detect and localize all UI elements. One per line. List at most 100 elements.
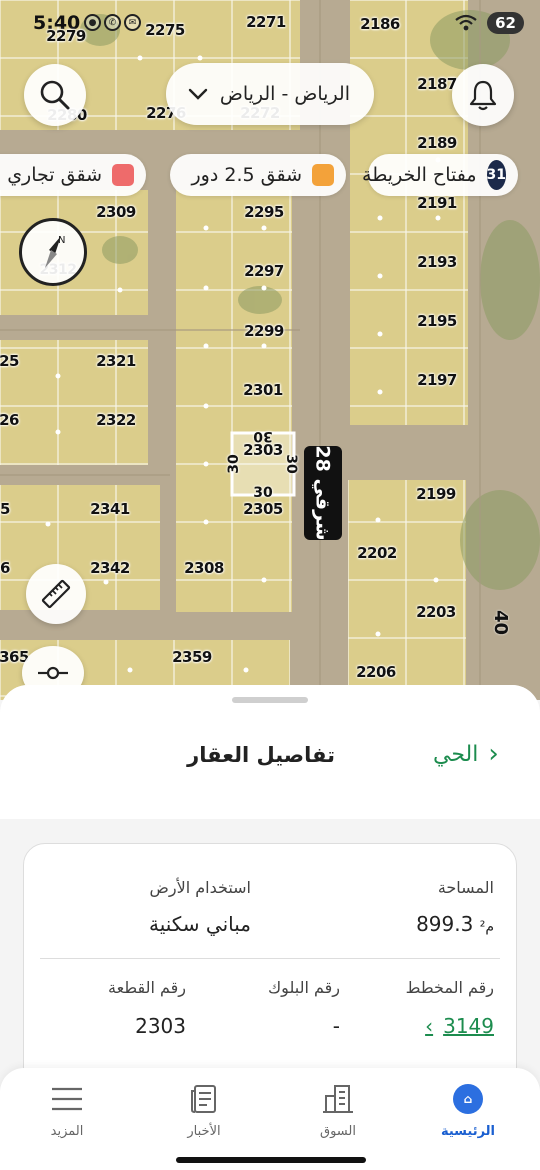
card-divider: [40, 958, 500, 959]
bottom-tab-bar: ⌂ الرئيسية السوق الأخبار المزيد: [0, 1068, 540, 1170]
notifications-button[interactable]: [452, 64, 514, 126]
block-number-label: رقم البلوك: [267, 978, 340, 997]
tab-market-label: السوق: [320, 1124, 356, 1139]
parcel-label[interactable]: 2199: [416, 485, 456, 503]
parcel-label[interactable]: 2308: [184, 559, 224, 577]
sheet-title: تفاصيل العقار: [187, 743, 335, 767]
tab-news[interactable]: الأخبار: [154, 1082, 254, 1139]
status-notification-icons: ● ✆ ✉: [84, 14, 141, 31]
map-key-label: مفتاح الخريطة: [362, 164, 477, 186]
land-use-value: مباني سكنية: [148, 912, 251, 936]
city-selector[interactable]: الرياض - الرياض: [166, 63, 374, 125]
neighborhood-label: الحي: [433, 741, 479, 767]
dimension-bottom: 30: [253, 485, 273, 501]
dimension-right: 30: [283, 454, 299, 474]
street-label: 28 شرقي: [304, 445, 342, 541]
plot-number-label: رقم القطعة: [108, 978, 186, 997]
parcel-label[interactable]: 2342: [90, 559, 130, 577]
parcel-label[interactable]: 2341: [90, 500, 130, 518]
parcel-label[interactable]: 2305: [243, 500, 283, 518]
parcel-label[interactable]: 2297: [244, 262, 284, 280]
parcel-label[interactable]: 2279: [46, 27, 86, 45]
tab-home[interactable]: ⌂ الرئيسية: [418, 1082, 518, 1139]
parcel-label[interactable]: 2321: [96, 352, 136, 370]
building-icon: [323, 1085, 353, 1113]
chevron-right-icon: ›: [488, 739, 499, 769]
property-card: المساحة م² 899.3 استخدام الأرض مباني سكن…: [23, 843, 517, 1103]
sheet-drag-handle[interactable]: [232, 697, 308, 703]
parcel-label[interactable]: 2202: [357, 544, 397, 562]
parcel-label[interactable]: 2299: [244, 322, 284, 340]
parcel-label[interactable]: 2271: [246, 13, 286, 31]
chevron-down-icon: [188, 88, 208, 100]
parcel-label[interactable]: 2193: [417, 253, 457, 271]
parcel-label[interactable]: 2301: [243, 381, 283, 399]
parcel-label[interactable]: 26: [0, 411, 19, 429]
measure-button[interactable]: [26, 564, 86, 624]
land-use-label: استخدام الأرض: [149, 878, 251, 897]
legend-apartments-25-label: شقق 2.5 دور: [191, 164, 303, 186]
parcel-label[interactable]: 25: [0, 352, 19, 370]
tab-market[interactable]: السوق: [288, 1082, 388, 1139]
parcel-label[interactable]: 2206: [356, 663, 396, 681]
bell-icon: [469, 80, 497, 111]
legend-commercial-swatch: [112, 164, 134, 186]
city-selector-value: الرياض - الرياض: [219, 83, 350, 105]
status-right: 62: [455, 12, 524, 34]
legend-commercial-label: شقق تجاري: [7, 164, 102, 186]
map-key-button[interactable]: مفتاح الخريطة 31: [362, 154, 518, 196]
home-icon: ⌂: [453, 1084, 483, 1114]
battery-level: 62: [487, 12, 524, 34]
location-pin-icon: [38, 666, 68, 680]
chevron-left-icon: ‹: [425, 1014, 434, 1038]
parcel-label[interactable]: 2187: [417, 75, 457, 93]
menu-icon: [52, 1087, 82, 1111]
legend-apartments-25-swatch: [312, 164, 334, 186]
news-icon: [191, 1085, 216, 1113]
map-key-count: 31: [486, 160, 506, 190]
tab-more[interactable]: المزيد: [17, 1082, 117, 1139]
area-label: المساحة: [437, 878, 494, 897]
legend-commercial[interactable]: شقق تجاري: [0, 154, 146, 196]
parcel-label[interactable]: 2322: [96, 411, 136, 429]
legend-apartments-25[interactable]: شقق 2.5 دور: [170, 154, 346, 196]
phone-icon: ✆: [104, 14, 121, 31]
home-indicator: [176, 1157, 366, 1163]
compass-button[interactable]: N: [19, 218, 87, 286]
dimension-top: 30: [253, 428, 273, 444]
parcel-label[interactable]: 2191: [417, 194, 457, 212]
area-unit: م²: [479, 919, 494, 935]
plan-number-label: رقم المخطط: [405, 978, 494, 997]
parcel-label[interactable]: 2295: [244, 203, 284, 221]
notification-icon: ●: [84, 14, 101, 31]
plan-number-link[interactable]: ‹ 3149: [425, 1014, 494, 1038]
parcel-label[interactable]: 2195: [417, 312, 457, 330]
road-width-label: 40: [490, 609, 512, 636]
search-icon: [40, 80, 70, 110]
svg-text:N: N: [58, 235, 65, 246]
parcel-label[interactable]: 5: [0, 500, 10, 518]
parcel-label[interactable]: 6: [0, 559, 10, 577]
plot-number-value: 2303: [135, 1014, 186, 1038]
dimension-left: 30: [226, 454, 242, 474]
chat-icon: ✉: [124, 14, 141, 31]
parcel-label[interactable]: 2189: [417, 134, 457, 152]
compass-icon: N: [45, 235, 65, 268]
parcel-label[interactable]: 2275: [145, 21, 185, 39]
tab-home-label: الرئيسية: [440, 1124, 496, 1139]
parcel-label[interactable]: 2197: [417, 371, 457, 389]
area-value: م² 899.3: [416, 912, 494, 936]
tab-more-label: المزيد: [50, 1124, 84, 1139]
tab-news-label: الأخبار: [187, 1124, 221, 1139]
parcel-label[interactable]: 2203: [416, 603, 456, 621]
search-button[interactable]: [24, 64, 86, 126]
map-view[interactable]: 5:40 ● ✆ ✉ 62 2279 2275 2271 2186 2187 2…: [0, 0, 540, 700]
parcel-label[interactable]: 2186: [360, 15, 400, 33]
block-number-value: -: [332, 1014, 340, 1038]
parcel-label[interactable]: 2359: [172, 648, 212, 666]
neighborhood-back-link[interactable]: الحي ›: [433, 739, 499, 769]
sheet-header: تفاصيل العقار الحي ›: [0, 685, 540, 819]
parcel-label[interactable]: 2309: [96, 203, 136, 221]
ruler-icon: [41, 579, 71, 609]
wifi-icon: [455, 14, 477, 31]
